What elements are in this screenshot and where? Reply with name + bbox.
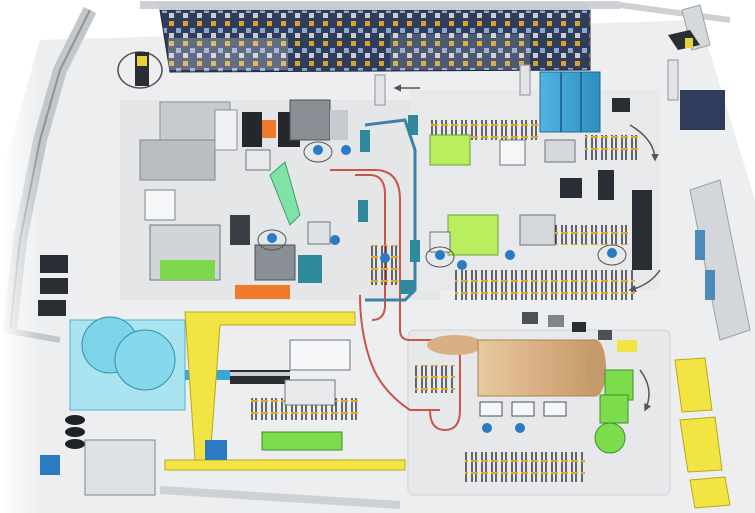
factory-layout-diagram — [0, 0, 755, 513]
high-bay-racking — [155, 2, 591, 73]
tire-stack — [65, 415, 85, 449]
layout-canvas — [0, 0, 755, 513]
